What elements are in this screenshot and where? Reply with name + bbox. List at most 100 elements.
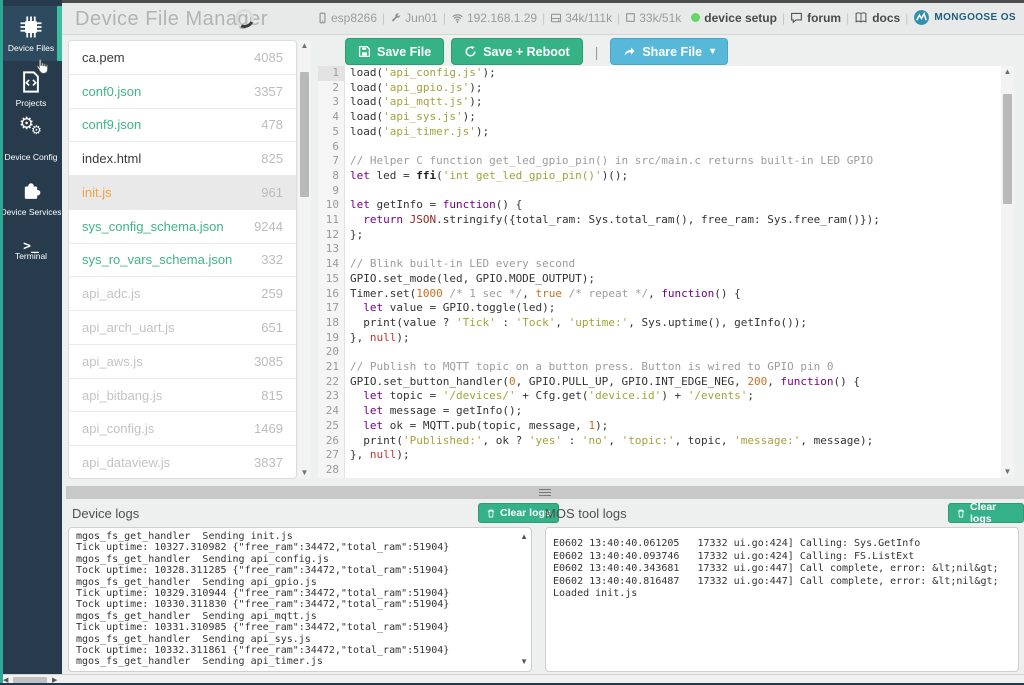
logs-splitter[interactable] (66, 486, 1024, 499)
file-row[interactable]: conf9.json478 (69, 109, 296, 143)
separator: | (846, 11, 849, 25)
file-name: ca.pem (82, 50, 125, 65)
code-line: }; (345, 228, 1001, 243)
file-row[interactable]: conf0.json 3357 (69, 75, 296, 109)
file-row[interactable]: index.html825 (69, 142, 296, 176)
file-row[interactable]: api_config.js1469 (69, 412, 296, 446)
scrollbar-thumb[interactable] (300, 72, 309, 197)
file-size: 825 (261, 151, 283, 166)
clear-logs-label: Clear logs (500, 507, 551, 519)
chevron-down-icon: ▾ (710, 46, 715, 57)
nav-link-forum[interactable]: forum (790, 11, 841, 25)
log-line: mgos_fs_get_handler Sending api_timer.js (76, 656, 517, 667)
line-number: 8 (318, 169, 344, 184)
file-size: 259 (261, 286, 283, 301)
code-line (345, 184, 1001, 199)
line-number: 11 (318, 213, 344, 228)
line-number: 26 (318, 434, 344, 449)
file-size: 478 (261, 117, 283, 132)
save-file-button[interactable]: Save File (345, 38, 444, 65)
scroll-down-icon[interactable]: ▼ (520, 658, 528, 666)
sidebar-item-device-services[interactable]: Device Services (0, 171, 62, 226)
scroll-up-icon[interactable]: ▲ (298, 40, 311, 52)
green-dot-icon (691, 13, 700, 22)
trash-icon (486, 508, 496, 519)
line-number: 10 (318, 198, 344, 213)
sidebar-item-terminal[interactable]: >_Terminal (0, 226, 62, 281)
puzzle-icon (20, 181, 42, 203)
window-left-accent (0, 0, 3, 685)
code-line: Timer.set(1000 /* 1 sec */, true /* repe… (345, 287, 1001, 302)
brand-link[interactable]: MONGOOSE OS (913, 9, 1016, 26)
file-name: api_aws.js (82, 354, 143, 369)
file-row[interactable]: init.js961 (69, 176, 296, 210)
file-name: api_dataview.js (82, 455, 170, 470)
trash-icon (956, 508, 966, 519)
disk-icon (550, 12, 562, 24)
log-line: E0602 13:40:40.816487 17332 ui.go:447] C… (553, 576, 1004, 589)
nav-link-docs[interactable]: docs (854, 11, 900, 25)
share-file-button[interactable]: Share File ▾ (610, 38, 728, 65)
nav-link-device-setup[interactable]: device setup (691, 11, 777, 25)
sidebar-item-projects[interactable]: Projects (0, 61, 62, 116)
code-line (345, 463, 1001, 478)
code-line: // Publish to MQTT topic on a button pre… (345, 360, 1001, 375)
file-row[interactable]: api_arch_uart.js651 (69, 311, 296, 345)
file-size: 815 (261, 388, 283, 403)
scroll-up-icon[interactable]: ▲ (520, 533, 528, 541)
separator: | (905, 11, 908, 25)
sidebar-item-device-config[interactable]: ⚙⚙Device Config (0, 116, 62, 171)
scroll-down-icon[interactable]: ▼ (1001, 466, 1014, 478)
log-line: E0602 13:40:40.343681 17332 ui.go:447] C… (553, 563, 1004, 576)
code-line: let ok = MQTT.pub(topic, message, 1); (345, 419, 1001, 434)
line-number: 16 (318, 287, 344, 302)
file-name: conf0.json (82, 84, 141, 99)
log-line: Tock uptime: 10328.311285 {"free_ram":34… (76, 565, 517, 576)
save-reboot-button[interactable]: Save + Reboot (451, 38, 583, 65)
file-size: 3837 (254, 455, 283, 470)
code-editor[interactable]: 1234567891011121314151617181920212223242… (318, 66, 1001, 478)
reboot-icon (464, 45, 477, 58)
file-list-scrollbar[interactable]: ▲ ▼ (298, 40, 311, 479)
line-number: 17 (318, 301, 344, 316)
sidebar-item-label: Projects (16, 98, 47, 108)
code-line: load('api_gpio.js'); (345, 81, 1001, 96)
sidebar-item-label: Device Files (8, 43, 54, 53)
file-name: api_bitbang.js (82, 388, 162, 403)
separator: | (782, 11, 785, 25)
file-row[interactable]: sys_ro_vars_schema.json332 (69, 244, 296, 278)
code-line: GPIO.set_button_handler(0, GPIO.PULL_UP,… (345, 375, 1001, 390)
code-line: print('Published:', ok ? 'yes' : 'no', '… (345, 434, 1001, 449)
book-icon (854, 11, 868, 24)
scroll-up-icon[interactable]: ▲ (1001, 66, 1014, 78)
file-row[interactable]: sys_config_schema.json9244 (69, 210, 296, 244)
scroll-down-icon[interactable]: ▼ (298, 467, 311, 479)
chip-icon (19, 15, 43, 39)
scrollbar-thumb[interactable] (1003, 94, 1012, 204)
file-size: 1469 (254, 421, 283, 436)
file-size: 961 (261, 185, 283, 200)
log-line: mgos_fs_get_handler Sending api_config.j… (76, 554, 517, 565)
file-size: 332 (261, 252, 283, 267)
line-number: 21 (318, 360, 344, 375)
code-line: }, null); (345, 448, 1001, 463)
log-line: E0602 13:40:40.093746 17332 ui.go:424] C… (553, 551, 1004, 564)
line-number: 22 (318, 375, 344, 390)
file-row[interactable]: api_bitbang.js 815 (69, 379, 296, 413)
log-line: mgos_fs_get_handler Sending api_gpio.js (76, 577, 517, 588)
file-row[interactable]: api_adc.js259 (69, 277, 296, 311)
code-line: // Helper C function get_led_gpio_pin() … (345, 154, 1001, 169)
status-build: Jun01 (405, 11, 438, 25)
clear-mos-logs-button[interactable]: Clear logs (948, 503, 1024, 523)
sidebar-item-device-files[interactable]: Device Files (0, 6, 62, 61)
code-line: load('api_timer.js'); (345, 125, 1001, 140)
file-row[interactable]: api_dataview.js 3837 (69, 446, 296, 479)
file-row[interactable]: ca.pem4085 (69, 41, 296, 75)
toolbar-divider: | (595, 44, 599, 60)
code-line: let message = getInfo(); (345, 404, 1001, 419)
editor-scrollbar[interactable]: ▲ ▼ (1001, 66, 1014, 478)
code-line: load('api_mqtt.js'); (345, 95, 1001, 110)
file-size: 3357 (254, 84, 283, 99)
file-row[interactable]: api_aws.js3085 (69, 345, 296, 379)
editor-code: load('api_config.js');load('api_gpio.js'… (345, 66, 1001, 478)
